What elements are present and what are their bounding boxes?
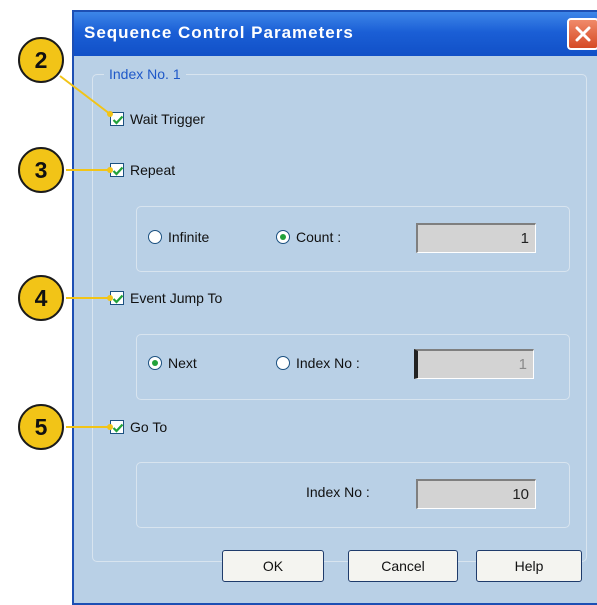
callout-4: 4 <box>18 275 64 321</box>
callout-5: 5 <box>18 404 64 450</box>
callout-2: 2 <box>18 37 64 83</box>
callout-leaders <box>59 75 113 430</box>
callout-3: 3 <box>18 147 64 193</box>
